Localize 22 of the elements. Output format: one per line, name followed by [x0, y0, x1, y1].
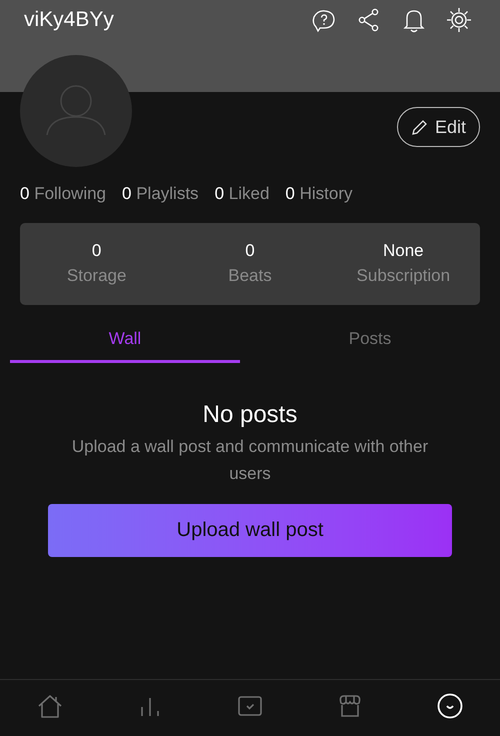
stat-value: 0: [245, 240, 255, 262]
smiley-icon[interactable]: [436, 692, 464, 720]
upload-button[interactable]: Upload wall post: [48, 504, 452, 556]
tab[interactable]: Posts: [250, 318, 490, 362]
help-icon[interactable]: [311, 7, 337, 33]
stat-label: Beats: [228, 264, 272, 286]
username: viKy4BYy: [24, 7, 114, 33]
stat-value: None: [383, 240, 424, 262]
empty-message: Upload a wall post and communicate with other users: [70, 436, 430, 484]
count-link[interactable]: 0 Following: [20, 181, 106, 206]
pencil-icon: [410, 118, 429, 136]
count-link[interactable]: 0 Liked: [214, 181, 270, 206]
home-icon[interactable]: [36, 692, 64, 720]
stat-label: Subscription: [356, 264, 450, 286]
stat-label: Storage: [66, 264, 126, 286]
count-link[interactable]: 0 Playlists: [122, 181, 199, 206]
empty-title: No posts: [202, 400, 298, 428]
edit-button[interactable]: Edit: [396, 107, 480, 147]
stat-value: 0: [92, 240, 102, 262]
settings-icon[interactable]: [446, 7, 472, 33]
count-link[interactable]: 0 History: [285, 181, 352, 206]
tab[interactable]: Wall: [10, 318, 240, 362]
